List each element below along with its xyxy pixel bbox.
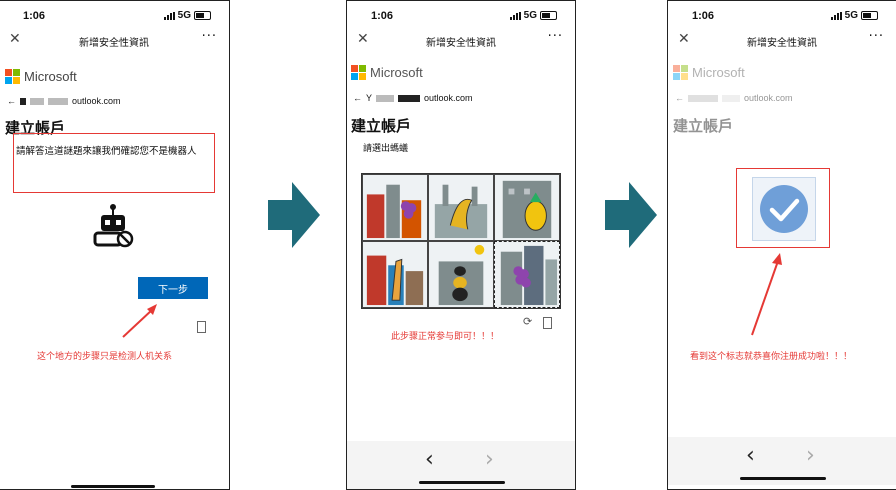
- nav-bar: ✕ 新增安全性資訊 ···: [668, 29, 896, 53]
- status-time: 1:06: [371, 10, 394, 22]
- more-options-icon[interactable]: ···: [869, 29, 884, 44]
- battery-icon: [540, 11, 557, 20]
- tile-buildings-giraffe: [366, 255, 424, 306]
- battery-icon: [861, 11, 878, 20]
- redacted-email-part: [722, 94, 740, 102]
- email-domain: outlook.com: [72, 96, 121, 106]
- microsoft-logo: Microsoft: [673, 65, 745, 80]
- redacted-email-part: [48, 97, 68, 105]
- captcha-tile-1[interactable]: [362, 174, 428, 241]
- page-content: Microsoft ← Y outlook.com 建立帳戶 請選出螞蟻 ⟳ 此…: [347, 53, 575, 489]
- captcha-tile-5[interactable]: [428, 241, 494, 308]
- signal-icon: [163, 11, 175, 20]
- page-heading: 建立帳戶: [351, 117, 412, 135]
- tile-city-grapes: [500, 245, 558, 306]
- battery-icon: [194, 11, 211, 20]
- annotation-text: 看到这个标志就恭喜你注册成功啦！！！: [690, 352, 853, 362]
- status-time: 1:06: [692, 10, 715, 22]
- home-indicator: [740, 477, 826, 480]
- network-label: 5G: [523, 10, 537, 21]
- more-options-icon[interactable]: ···: [202, 29, 217, 44]
- home-indicator: [419, 481, 505, 484]
- page-content: Microsoft ← outlook.com 建立帳戶 看到这个标志就恭喜你注…: [668, 53, 896, 489]
- captcha-tile-4[interactable]: [362, 241, 428, 308]
- nav-title: 新增安全性資訊: [79, 38, 149, 49]
- redacted-email-part: [20, 97, 26, 105]
- info-icon[interactable]: [197, 321, 206, 333]
- redacted-email-part: [30, 97, 44, 105]
- nav-bar: ✕ 新增安全性資訊 ···: [347, 29, 575, 53]
- back-nav-button[interactable]: ‹: [425, 447, 434, 472]
- status-time: 1:06: [23, 10, 46, 22]
- step-arrow-icon: [268, 182, 320, 248]
- microsoft-logo-icon: [351, 65, 366, 80]
- redacted-email-part: [376, 94, 395, 102]
- tile-city-pineapple: [502, 180, 552, 239]
- phone-screen-2: 1:06 5G ✕ 新增安全性資訊 ··· Microsoft ← Y outl…: [346, 0, 576, 490]
- captcha-image-grid: [361, 173, 561, 309]
- nav-title: 新增安全性資訊: [426, 38, 496, 49]
- email-row: ← outlook.com: [7, 96, 121, 106]
- status-bar: 1:06 5G: [347, 1, 575, 29]
- phone-screen-3: 1:06 5G ✕ 新增安全性資訊 ··· Microsoft ← outloo…: [667, 0, 896, 490]
- more-options-icon[interactable]: ···: [548, 29, 563, 44]
- nav-bar: ✕ 新增安全性資訊 ···: [0, 29, 229, 53]
- page-content: Microsoft ← outlook.com 建立帳戶 請解答這道謎題來讓我們…: [0, 53, 229, 489]
- back-nav-button[interactable]: ‹: [746, 443, 755, 468]
- tile-buildings-grapes: [366, 184, 422, 239]
- info-icon[interactable]: [543, 317, 552, 329]
- page-heading: 建立帳戶: [673, 117, 734, 135]
- captcha-tile-2[interactable]: [428, 174, 494, 241]
- microsoft-logo-icon: [673, 65, 688, 80]
- back-arrow-icon[interactable]: ←: [675, 93, 684, 103]
- robot-icon: [93, 204, 134, 248]
- annotation-text: 这个地方的步骤只是检测人机关系: [37, 352, 173, 362]
- signal-icon: [509, 11, 521, 20]
- annotation-text: 此步骤正常参与即可！！！: [391, 332, 500, 342]
- email-domain: outlook.com: [744, 93, 793, 103]
- microsoft-logo-icon: [5, 69, 20, 84]
- success-badge: [752, 177, 816, 241]
- step-arrow-icon: [605, 182, 657, 248]
- captcha-tile-6[interactable]: [494, 241, 560, 308]
- brand-name: Microsoft: [692, 65, 745, 80]
- back-arrow-icon[interactable]: ←: [7, 96, 16, 106]
- brand-name: Microsoft: [370, 65, 423, 80]
- captcha-tile-3[interactable]: [494, 174, 560, 241]
- redacted-email-part: [398, 94, 421, 102]
- network-label: 5G: [844, 10, 858, 21]
- tile-tower-ant: [438, 244, 485, 306]
- microsoft-logo: Microsoft: [351, 65, 423, 80]
- annotation-arrow: [122, 304, 157, 338]
- captcha-prompt: 請選出螞蟻: [363, 144, 409, 154]
- checkmark-icon: [760, 185, 808, 233]
- email-row: ← outlook.com: [675, 93, 793, 103]
- highlight-box: [13, 133, 215, 193]
- signal-icon: [830, 11, 842, 20]
- home-indicator: [71, 485, 155, 488]
- phone-screen-1: 1:06 5G ✕ 新增安全性資訊 ··· Microsoft ← outloo…: [0, 0, 230, 490]
- network-label: 5G: [177, 10, 191, 21]
- microsoft-logo: Microsoft: [5, 69, 77, 84]
- status-bar: 1:06 5G: [668, 1, 896, 29]
- next-button[interactable]: 下一步: [138, 277, 208, 299]
- email-prefix: Y: [366, 93, 373, 103]
- annotation-arrow: [751, 253, 782, 336]
- instruction-text: 請解答這道謎題來讓我們確認您不是機器人: [16, 146, 197, 157]
- redacted-email-part: [688, 94, 718, 102]
- email-domain: outlook.com: [424, 93, 473, 103]
- forward-nav-button[interactable]: ›: [485, 447, 494, 472]
- forward-nav-button[interactable]: ›: [806, 443, 815, 468]
- tile-factory-monkey: [434, 184, 488, 239]
- status-bar: 1:06 5G: [0, 1, 229, 29]
- refresh-icon[interactable]: ⟳: [523, 315, 532, 328]
- back-arrow-icon[interactable]: ←: [353, 93, 362, 103]
- email-row: ← Y outlook.com: [353, 93, 473, 103]
- brand-name: Microsoft: [24, 69, 77, 84]
- nav-title: 新增安全性資訊: [747, 38, 817, 49]
